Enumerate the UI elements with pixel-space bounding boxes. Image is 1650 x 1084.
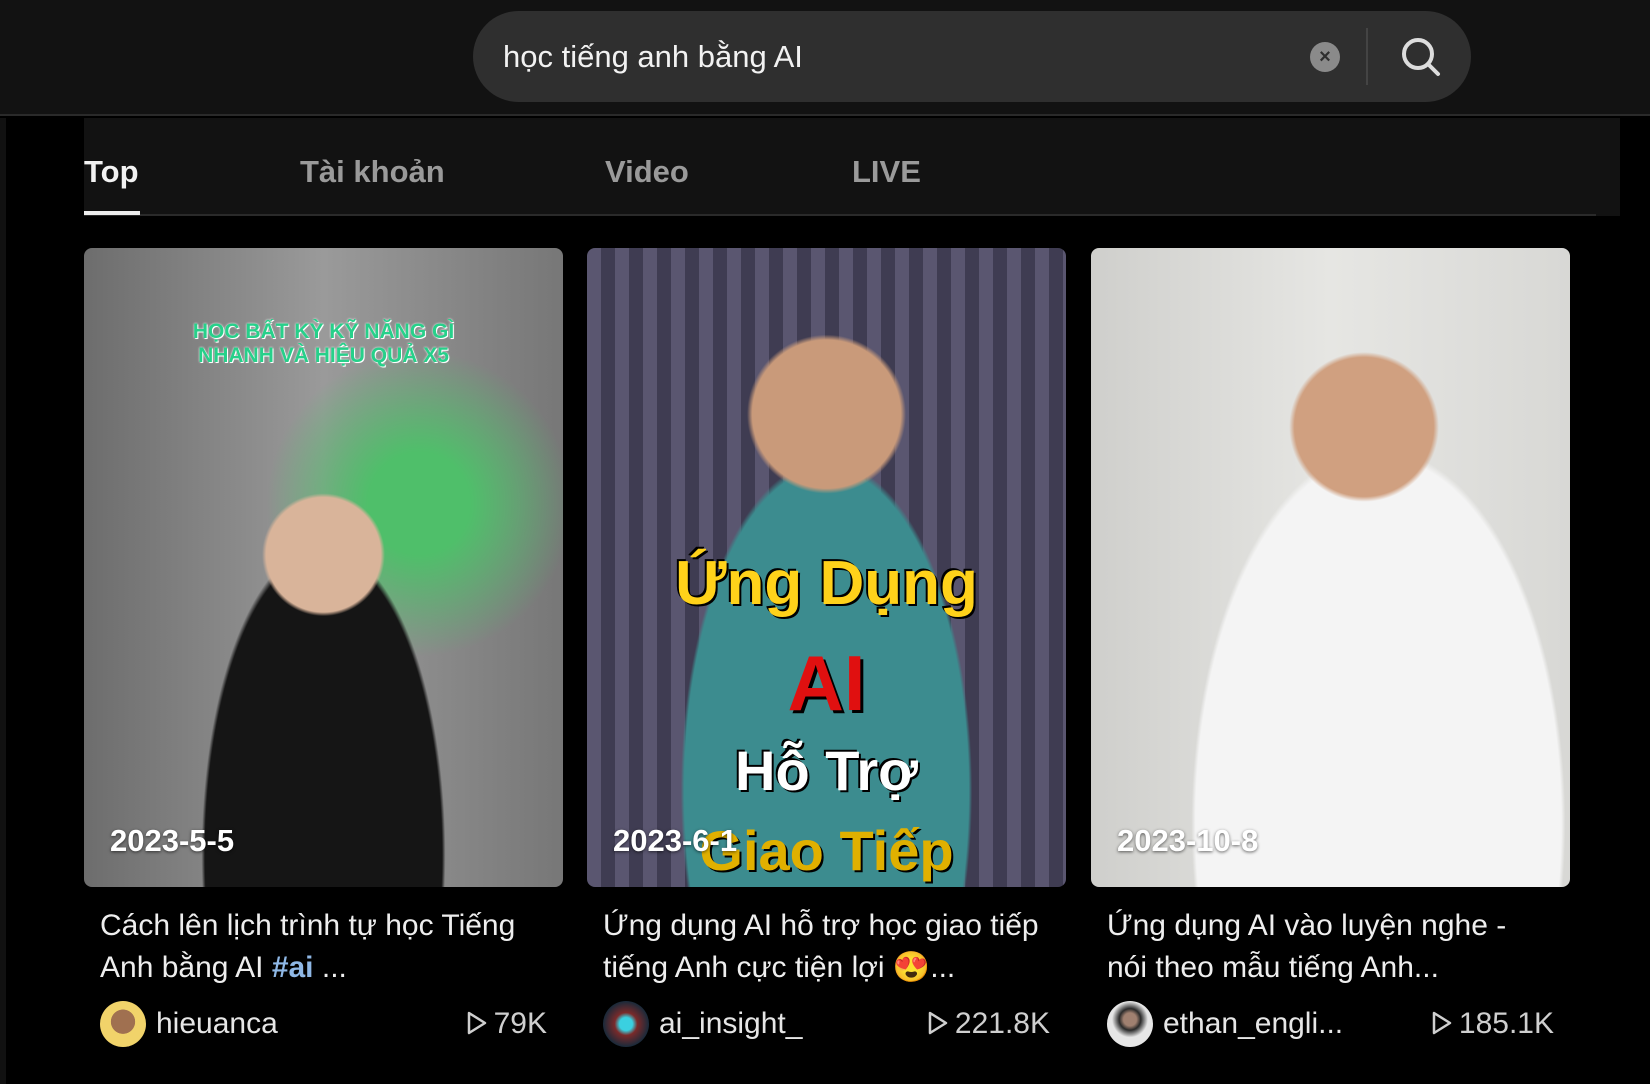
play-icon — [928, 1011, 948, 1035]
video-date: 2023-10-8 — [1117, 823, 1259, 858]
view-count: 221.8K — [927, 1007, 1050, 1041]
thumbnail-caption-3: Hỗ Trợ — [735, 739, 918, 802]
search-bar: × — [473, 11, 1471, 102]
video-title[interactable]: Ứng dụng AI hỗ trợ học giao tiếp tiếng A… — [603, 905, 1050, 989]
video-card[interactable]: Ứng Dụng AI Hỗ Trợ Giao Tiếp 2023-6-1 Ứn… — [587, 248, 1066, 1049]
video-title[interactable]: Ứng dụng AI vào luyện nghe - nói theo mẫ… — [1107, 905, 1554, 989]
author-name[interactable]: ai_insight_ — [659, 1007, 802, 1041]
active-tab-indicator — [84, 211, 140, 215]
tab-top[interactable]: Top — [84, 154, 139, 190]
author-name[interactable]: ethan_engli... — [1163, 1007, 1343, 1041]
tab-live[interactable]: LIVE — [852, 154, 921, 190]
top-bar: × — [0, 0, 1650, 116]
video-meta: hieuanca 79K — [100, 999, 547, 1049]
view-count: 79K — [466, 1007, 547, 1041]
search-input[interactable] — [503, 11, 1263, 102]
video-card[interactable]: HỌC BẤT KỲ KỸ NĂNG GÌ NHANH VÀ HIỆU QUẢ X… — [84, 248, 563, 1049]
avatar[interactable] — [1107, 1001, 1153, 1047]
play-icon — [1432, 1011, 1452, 1035]
video-card[interactable]: 2023-10-8 Ứng dụng AI vào luyện nghe - n… — [1091, 248, 1570, 1049]
hashtag-link[interactable]: #ai — [272, 951, 314, 984]
search-icon[interactable] — [1393, 29, 1449, 85]
close-circle-icon[interactable]: × — [1310, 42, 1340, 72]
video-date: 2023-6-1 — [613, 823, 738, 858]
video-date: 2023-5-5 — [110, 823, 235, 858]
play-icon — [467, 1011, 486, 1035]
tab-accounts[interactable]: Tài khoản — [300, 154, 445, 190]
video-thumbnail[interactable]: Ứng Dụng AI Hỗ Trợ Giao Tiếp 2023-6-1 — [587, 248, 1066, 887]
thumbnail-caption: HỌC BẤT KỲ KỸ NĂNG GÌ NHANH VÀ HIỆU QUẢ X… — [192, 320, 455, 367]
thumbnail-caption-2: AI — [787, 639, 866, 727]
thumbnail-caption-1: Ứng Dụng — [675, 549, 978, 618]
left-strip — [0, 118, 6, 1084]
video-meta: ai_insight_ 221.8K — [603, 999, 1050, 1049]
video-thumbnail[interactable]: HỌC BẤT KỲ KỸ NĂNG GÌ NHANH VÀ HIỆU QUẢ X… — [84, 248, 563, 887]
avatar[interactable] — [603, 1001, 649, 1047]
divider — [1366, 28, 1368, 85]
tab-video[interactable]: Video — [605, 154, 689, 190]
view-count: 185.1K — [1431, 1007, 1554, 1041]
avatar[interactable] — [100, 1001, 146, 1047]
video-title[interactable]: Cách lên lịch trình tự học Tiếng Anh bằn… — [100, 905, 547, 989]
search-tabs: Top Tài khoản Video LIVE — [84, 118, 1596, 216]
author-name[interactable]: hieuanca — [156, 1007, 278, 1041]
video-thumbnail[interactable]: 2023-10-8 — [1091, 248, 1570, 887]
video-meta: ethan_engli... 185.1K — [1107, 999, 1554, 1049]
